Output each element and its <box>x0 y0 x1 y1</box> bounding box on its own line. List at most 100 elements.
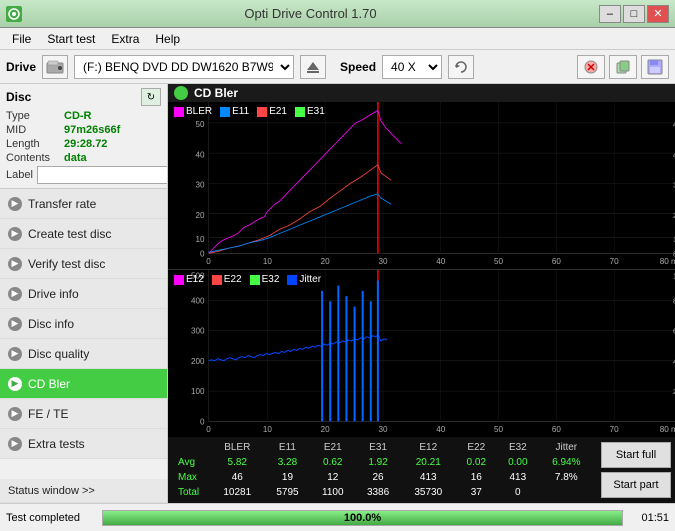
chart-title-bar: CD Bler <box>168 84 675 102</box>
stats-total-e21: 1100 <box>311 486 354 499</box>
stats-max-e22: 16 <box>457 471 497 484</box>
stats-max-jitter: 7.8% <box>540 471 593 484</box>
svg-text:80 min: 80 min <box>660 425 675 434</box>
speed-label: Speed <box>340 60 376 74</box>
stats-total-e12: 35730 <box>402 486 455 499</box>
disc-type-value: CD-R <box>64 110 92 122</box>
chart-container: CD Bler BLER E11 E21 E3 <box>168 84 675 503</box>
svg-text:10: 10 <box>263 425 272 434</box>
extra-tests-icon: ▶ <box>8 437 22 451</box>
maximize-button[interactable]: □ <box>623 5 645 23</box>
stats-avg-jitter: 6.94% <box>540 456 593 469</box>
top-chart: BLER E11 E21 E31 <box>168 102 675 270</box>
svg-text:20: 20 <box>321 425 330 434</box>
close-button[interactable]: ✕ <box>647 5 669 23</box>
stats-header-bler: BLER <box>211 441 264 454</box>
disc-label-input[interactable] <box>37 166 168 184</box>
stats-total-jitter <box>540 486 593 499</box>
sidebar-item-drive-info-label: Drive info <box>28 287 79 301</box>
titlebar-title: Opti Drive Control 1.70 <box>244 6 376 21</box>
sidebar-item-fe-te[interactable]: ▶ FE / TE <box>0 399 167 429</box>
legend-jitter: Jitter <box>287 274 321 285</box>
disc-quality-icon: ▶ <box>8 347 22 361</box>
sidebar-item-disc-info[interactable]: ▶ Disc info <box>0 309 167 339</box>
save-button[interactable] <box>641 55 669 79</box>
svg-text:0: 0 <box>206 425 211 434</box>
copy-button[interactable] <box>609 55 637 79</box>
transfer-rate-icon: ▶ <box>8 197 22 211</box>
disc-panel-title: Disc <box>6 90 31 104</box>
svg-text:60: 60 <box>552 425 561 434</box>
sidebar-item-verify-test-disc-label: Verify test disc <box>28 257 105 271</box>
stats-max-bler: 46 <box>211 471 264 484</box>
svg-text:0: 0 <box>200 249 205 258</box>
legend-e11-color <box>220 107 230 117</box>
menu-file[interactable]: File <box>4 30 39 48</box>
sidebar-item-disc-info-label: Disc info <box>28 317 74 331</box>
cd-bler-icon: ▶ <box>8 377 22 391</box>
sidebar-item-cd-bler[interactable]: ▶ CD Bler <box>0 369 167 399</box>
bottom-chart: E12 E22 E32 Jitter <box>168 270 675 437</box>
refresh-drive-button[interactable] <box>448 55 474 79</box>
elapsed-time: 01:51 <box>629 512 669 524</box>
stats-total-e32: 0 <box>498 486 538 499</box>
stats-max-e31: 26 <box>356 471 400 484</box>
stats-avg-e11: 3.28 <box>266 456 310 469</box>
legend-e12-label: E12 <box>186 274 204 285</box>
menu-extra[interactable]: Extra <box>103 30 147 48</box>
disc-contents-label: Contents <box>6 152 64 164</box>
svg-text:20: 20 <box>321 257 330 266</box>
sidebar-item-verify-test-disc[interactable]: ▶ Verify test disc <box>0 249 167 279</box>
disc-refresh-button[interactable]: ↻ <box>141 88 161 106</box>
eject-button[interactable] <box>300 55 326 79</box>
status-window-button[interactable]: Status window >> <box>0 479 167 503</box>
legend-e11-label: E11 <box>232 106 249 117</box>
stats-avg-e22: 0.02 <box>457 456 497 469</box>
svg-text:70: 70 <box>610 257 619 266</box>
action-buttons: Start full Start part <box>601 442 671 498</box>
verify-test-disc-icon: ▶ <box>8 257 22 271</box>
svg-text:30: 30 <box>378 425 387 434</box>
sidebar-item-transfer-rate[interactable]: ▶ Transfer rate <box>0 189 167 219</box>
sidebar-item-transfer-rate-label: Transfer rate <box>28 197 96 211</box>
stats-avg-e32: 0.00 <box>498 456 538 469</box>
stats-header-e12: E12 <box>402 441 455 454</box>
stats-total-e22: 37 <box>457 486 497 499</box>
legend-e12-color <box>174 275 184 285</box>
sidebar-item-extra-tests[interactable]: ▶ Extra tests <box>0 429 167 459</box>
sidebar-item-create-test-disc[interactable]: ▶ Create test disc <box>0 219 167 249</box>
stats-max-e21: 12 <box>311 471 354 484</box>
start-part-button[interactable]: Start part <box>601 472 671 498</box>
main-content: Disc ↻ Type CD-R MID 97m26s66f Length 29… <box>0 84 675 503</box>
drive-label: Drive <box>6 60 36 74</box>
stats-header-e22: E22 <box>457 441 497 454</box>
legend-e31-color <box>295 107 305 117</box>
legend-e32-color <box>250 275 260 285</box>
legend-e21-label: E21 <box>269 106 287 117</box>
stats-total-bler: 10281 <box>211 486 264 499</box>
menubar: File Start test Extra Help <box>0 28 675 50</box>
menu-start-test[interactable]: Start test <box>39 30 103 48</box>
legend-bler: BLER <box>174 106 212 117</box>
stats-total-label: Total <box>174 486 209 499</box>
erase-button[interactable] <box>577 55 605 79</box>
svg-text:70: 70 <box>610 425 619 434</box>
legend-e21: E21 <box>257 106 287 117</box>
stats-total-e11: 5795 <box>266 486 310 499</box>
stats-avg-e12: 20.21 <box>402 456 455 469</box>
disc-type-label: Type <box>6 110 64 122</box>
sidebar-item-drive-info[interactable]: ▶ Drive info <box>0 279 167 309</box>
svg-text:30: 30 <box>378 257 387 266</box>
drive-select[interactable]: (F:) BENQ DVD DD DW1620 B7W9 <box>74 55 294 79</box>
stats-max-e11: 19 <box>266 471 310 484</box>
top-legend: BLER E11 E21 E31 <box>168 104 331 119</box>
minimize-button[interactable]: – <box>599 5 621 23</box>
sidebar-item-disc-quality[interactable]: ▶ Disc quality <box>0 339 167 369</box>
app-icon <box>6 6 22 22</box>
start-full-button[interactable]: Start full <box>601 442 671 468</box>
legend-e31: E31 <box>295 106 325 117</box>
menu-help[interactable]: Help <box>147 30 188 48</box>
speed-select[interactable]: 40 X <box>382 55 442 79</box>
stats-max-e12: 413 <box>402 471 455 484</box>
stats-header-e31: E31 <box>356 441 400 454</box>
